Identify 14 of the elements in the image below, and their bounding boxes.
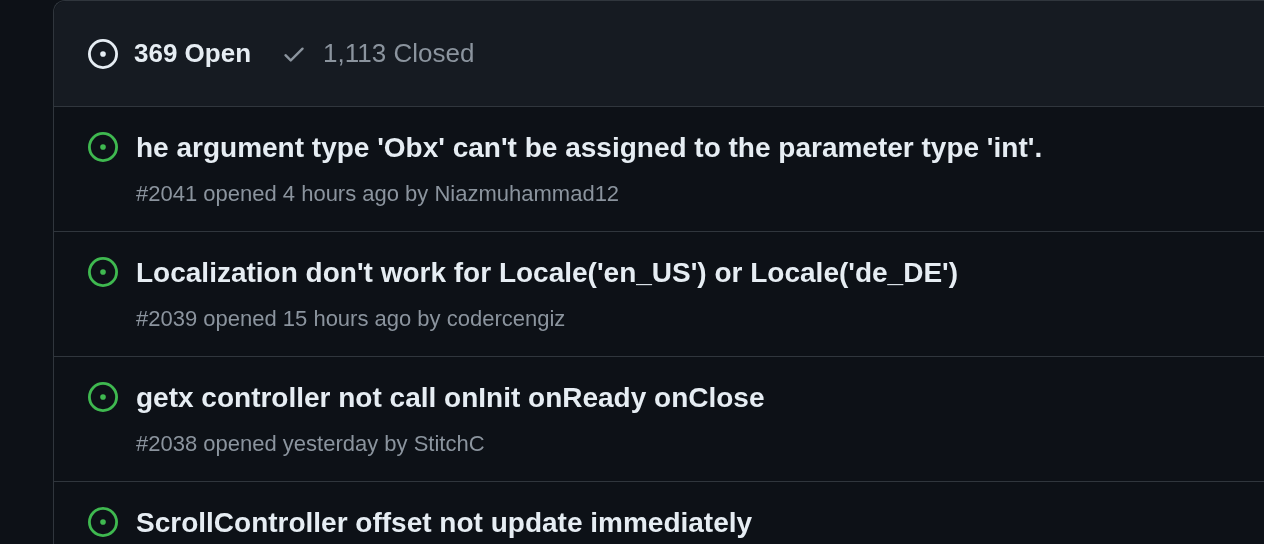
issue-title[interactable]: Localization don't work for Locale('en_US') or Locale('de_DE') <box>136 256 959 290</box>
issue-title[interactable]: he argument type 'Obx' can't be assigned to the parameter type 'int'. <box>136 131 1043 165</box>
open-issue-icon <box>88 38 118 69</box>
open-issue-icon <box>88 132 118 162</box>
issue-title[interactable]: getx controller not call onInit onReady onClose <box>136 381 765 415</box>
open-issue-icon <box>88 257 118 287</box>
open-issue-icon <box>88 382 118 412</box>
state-tab[interactable]: 369 Open <box>88 34 252 73</box>
issue-title[interactable]: ScrollController offset not update immediately <box>136 506 753 540</box>
issue-meta: #2039 opened 15 hours ago by codercengiz <box>136 305 567 333</box>
issue-meta: #2041 opened 4 hours ago by Niazmuhammad12 <box>136 180 621 208</box>
issue-meta: #2038 opened yesterday by StitchC <box>136 430 486 458</box>
open-issue-icon <box>88 507 118 537</box>
state-tab[interactable]: 1,113 Closed <box>281 34 475 73</box>
